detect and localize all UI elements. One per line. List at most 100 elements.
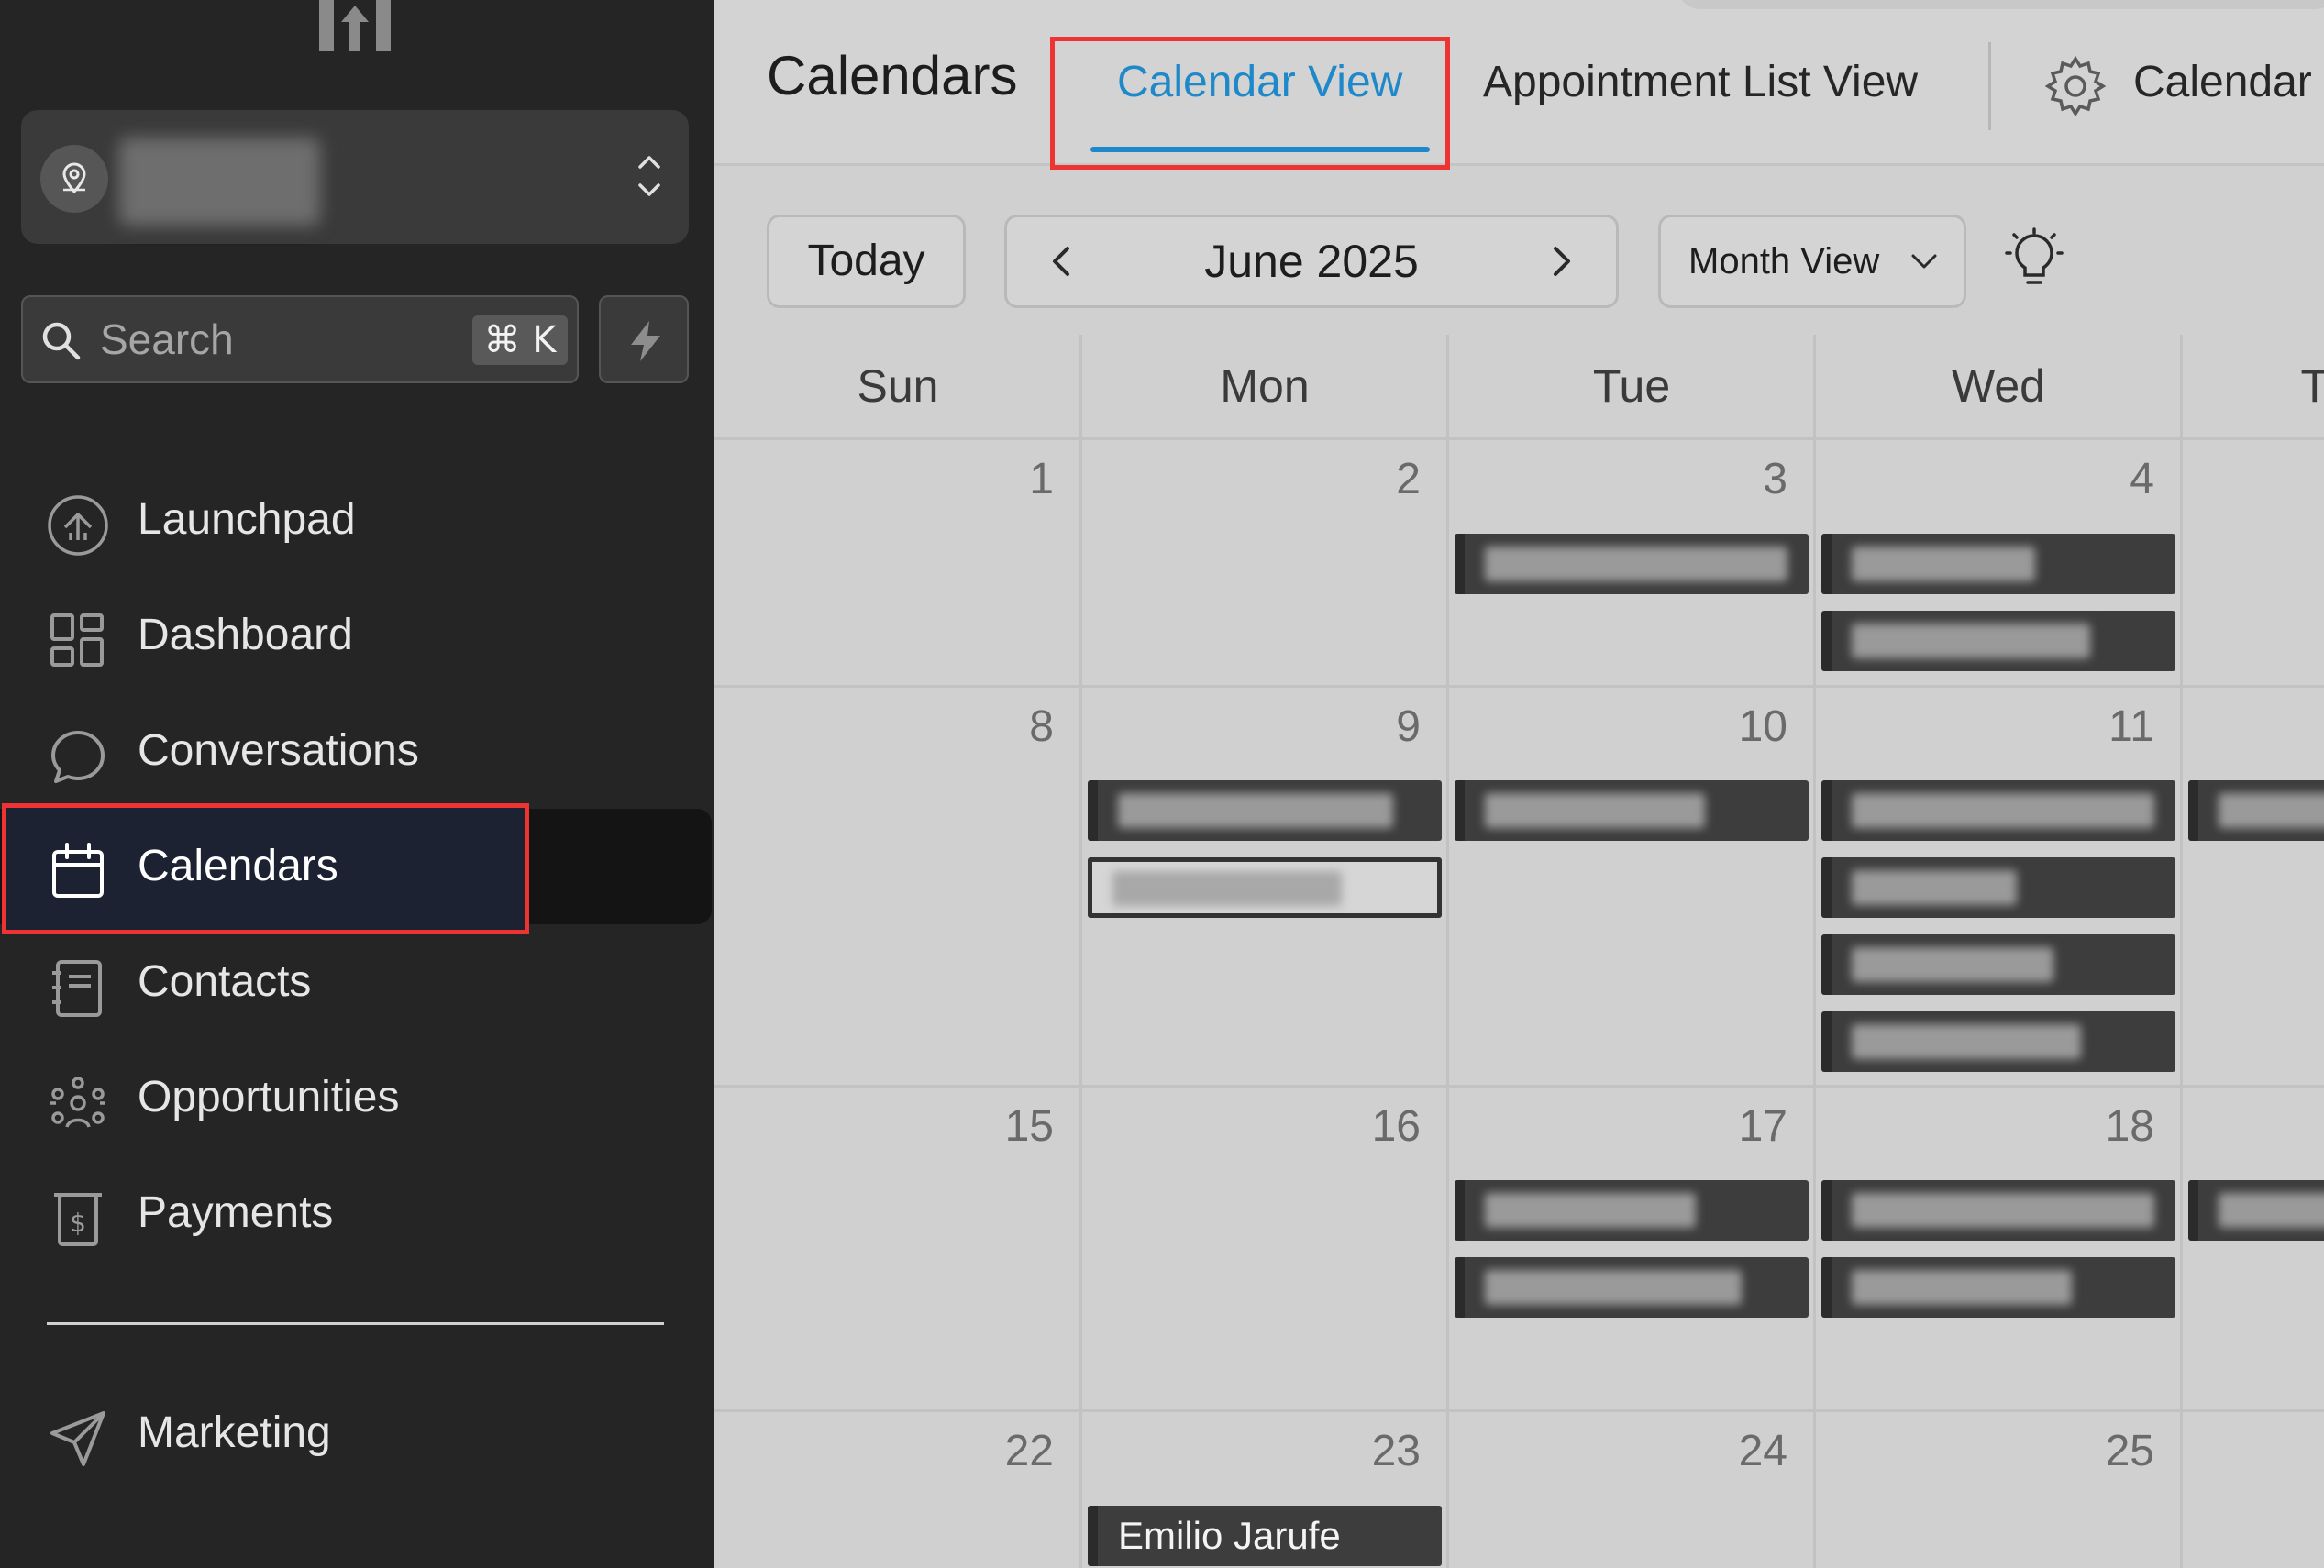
day-number[interactable]: 24 (1696, 1426, 1787, 1476)
calendar-event[interactable] (1821, 934, 2175, 995)
calendar-event[interactable] (1455, 1180, 1809, 1241)
sidebar-item-label: Marketing (138, 1408, 331, 1457)
calendar-event[interactable] (1821, 1011, 2175, 1072)
page-title: Calendars (767, 45, 1018, 106)
day-number[interactable]: 4 (2063, 454, 2154, 504)
grid-line (1813, 335, 1816, 1568)
sidebar-item-conversations[interactable]: Conversations (0, 693, 714, 809)
send-icon (50, 1411, 105, 1466)
calendar-event[interactable] (1455, 534, 1809, 594)
day-number[interactable]: 1 (962, 454, 1054, 504)
day-number[interactable]: 3 (1696, 454, 1787, 504)
dashboard-icon (50, 613, 104, 667)
sidebar-item-label: Launchpad (138, 495, 356, 544)
chevron-down-icon (1911, 254, 1937, 269)
weekday-header-row: Sun Mon Tue Wed T (714, 335, 2324, 440)
calendar-event[interactable] (1455, 1257, 1809, 1318)
grid-line (1446, 335, 1449, 1568)
calendar-event[interactable] (1821, 780, 2175, 841)
tab-separator (1988, 42, 1991, 130)
weekday-label: Wed (1952, 360, 2045, 412)
sidebar-item-label: Payments (138, 1188, 334, 1237)
day-number[interactable]: 17 (1696, 1101, 1787, 1152)
quick-actions-button[interactable] (599, 295, 689, 383)
event-title: Emilio Jarufe (1118, 1514, 1341, 1557)
current-month-label: June 2025 (1204, 236, 1419, 287)
sidebar-item-label: Dashboard (138, 611, 353, 659)
day-number[interactable]: 2 (1329, 454, 1421, 504)
day-number[interactable]: 22 (962, 1426, 1054, 1476)
calendar-event[interactable] (1088, 857, 1442, 918)
calendar-event[interactable] (1821, 1257, 2175, 1318)
day-number[interactable]: 11 (2063, 701, 2154, 752)
grid-line (714, 1085, 2324, 1088)
weekday-label: Mon (1220, 360, 1310, 412)
day-number[interactable]: 18 (2063, 1101, 2154, 1152)
calendar-event[interactable] (1821, 611, 2175, 671)
sidebar-item-opportunities[interactable]: Opportunities (0, 1040, 714, 1155)
location-switcher[interactable] (21, 110, 689, 244)
day-number[interactable]: 10 (1696, 701, 1787, 752)
sidebar-item-payments[interactable]: $ Payments (0, 1155, 714, 1271)
launchpad-icon (48, 495, 108, 556)
sidebar: ⌘ K Launchpad Dashboard Conversations (0, 0, 714, 1568)
calendar-event[interactable] (1455, 780, 1809, 841)
today-button[interactable]: Today (767, 215, 966, 308)
calendar-grid: Sun Mon Tue Wed T 1 2 3 4 8 9 10 11 15 1… (714, 335, 2324, 1568)
lightbulb-icon[interactable] (2003, 227, 2065, 293)
sidebar-item-marketing[interactable]: Marketing (0, 1375, 714, 1491)
tab-appointment-list-view[interactable]: Appointment List View (1483, 57, 1918, 107)
payments-icon: $ (54, 1193, 102, 1246)
calendar-event[interactable] (1088, 780, 1442, 841)
calendar-icon (52, 843, 104, 898)
weekday-label: Sun (857, 360, 939, 412)
calendar-event[interactable]: Emilio Jarufe (1088, 1506, 1442, 1566)
top-pill (1677, 0, 2324, 9)
grid-line (714, 1409, 2324, 1412)
sidebar-item-contacts[interactable]: Contacts (0, 924, 714, 1040)
month-navigator: June 2025 (1004, 215, 1619, 308)
sidebar-item-dashboard[interactable]: Dashboard (0, 578, 714, 693)
search-input[interactable] (100, 314, 467, 365)
sidebar-item-label: Opportunities (138, 1073, 400, 1121)
day-number[interactable]: 15 (962, 1101, 1054, 1152)
sidebar-item-label: Conversations (138, 726, 419, 775)
calendar-event[interactable] (1821, 857, 2175, 918)
chevron-updown-icon[interactable] (636, 150, 663, 206)
day-number[interactable]: 16 (1329, 1101, 1421, 1152)
tab-calendar-settings[interactable]: Calendar (2133, 57, 2312, 107)
gear-icon[interactable] (2044, 55, 2107, 117)
search-icon (42, 322, 81, 360)
search-box[interactable]: ⌘ K (21, 295, 579, 383)
contacts-icon (52, 960, 102, 1017)
sidebar-divider (47, 1322, 664, 1325)
header-bar: Calendars Calendar View Appointment List… (714, 0, 2324, 170)
location-pin-icon (40, 145, 108, 213)
calendar-event[interactable] (1821, 1180, 2175, 1241)
main-content: Calendars Calendar View Appointment List… (714, 0, 2324, 1568)
day-number[interactable]: 23 (1329, 1426, 1421, 1476)
app-logo-icon[interactable] (315, 0, 394, 53)
weekday-label: Tue (1592, 360, 1671, 412)
day-number[interactable]: 9 (1329, 701, 1421, 752)
calendar-event[interactable] (1821, 534, 2175, 594)
day-number[interactable]: 8 (962, 701, 1054, 752)
tab-underline (1090, 147, 1430, 152)
opportunities-icon (50, 1077, 105, 1128)
location-name-redacted (119, 138, 320, 226)
sidebar-item-label: Contacts (138, 957, 312, 1006)
sidebar-item-launchpad[interactable]: Launchpad (0, 462, 714, 578)
calendar-event[interactable] (2188, 1180, 2324, 1241)
conversations-icon (51, 731, 105, 783)
sidebar-item-label: Calendars (138, 842, 338, 890)
day-number[interactable]: 25 (2063, 1426, 2154, 1476)
view-mode-dropdown[interactable]: Month View (1658, 215, 1966, 308)
tab-calendar-view[interactable]: Calendar View (1117, 57, 1402, 107)
chevron-right-icon[interactable] (1543, 243, 1579, 280)
view-mode-label: Month View (1688, 241, 1880, 282)
sidebar-item-calendars-content[interactable]: Calendars (0, 809, 714, 924)
calendar-event[interactable] (2188, 780, 2324, 841)
grid-line (714, 685, 2324, 688)
grid-line (2180, 335, 2183, 1568)
search-shortcut-badge: ⌘ K (472, 315, 568, 365)
